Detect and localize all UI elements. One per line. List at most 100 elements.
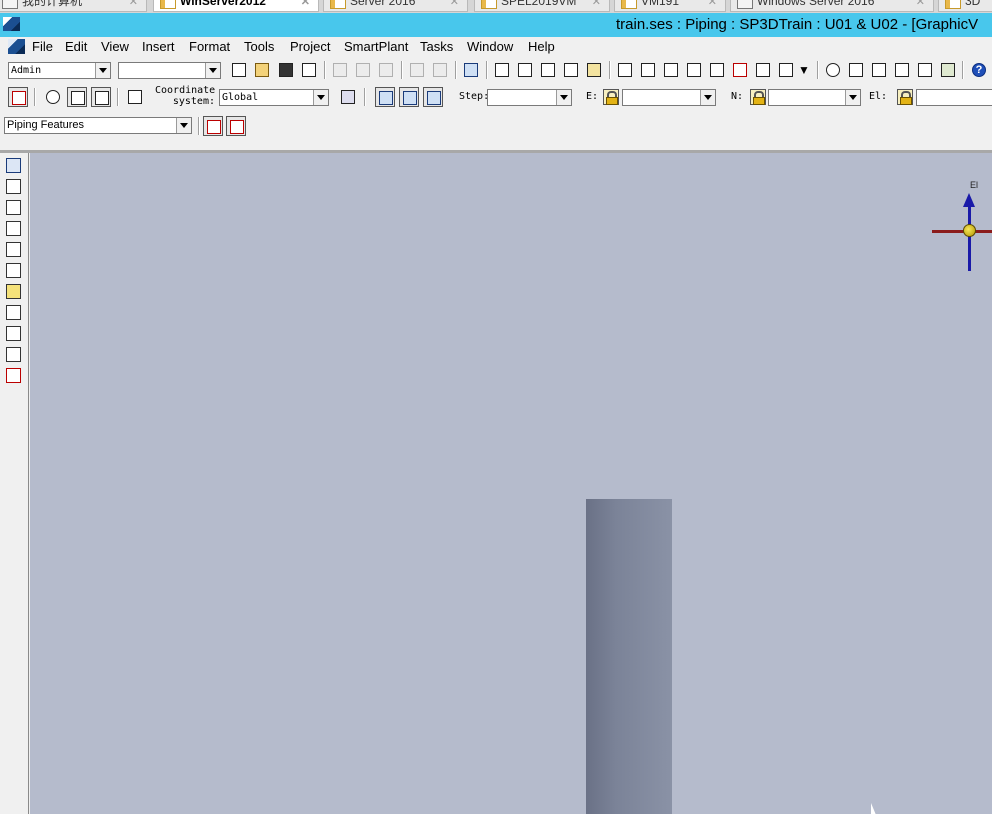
filter-combo[interactable] xyxy=(118,62,221,79)
paste-icon[interactable] xyxy=(353,60,373,80)
view-front-icon[interactable] xyxy=(661,60,681,80)
connect-icon[interactable] xyxy=(4,324,24,343)
insert-split-icon[interactable] xyxy=(4,282,24,301)
chevron-down-icon[interactable]: ▼ xyxy=(795,60,815,80)
chevron-down-icon[interactable] xyxy=(313,90,328,105)
search-icon[interactable] xyxy=(823,60,843,80)
menu-view[interactable]: View xyxy=(101,39,129,54)
close-icon[interactable]: ✕ xyxy=(916,0,925,9)
close-icon[interactable]: ✕ xyxy=(708,0,717,9)
slope-icon[interactable] xyxy=(4,345,24,364)
select-tool-icon[interactable] xyxy=(4,156,24,175)
menu-format[interactable]: Format xyxy=(189,39,230,54)
open-folder-icon[interactable] xyxy=(252,60,272,80)
cylindrical-coordinates-icon[interactable] xyxy=(423,87,443,107)
clip-by-object-icon[interactable] xyxy=(730,60,750,80)
lock-icon[interactable] xyxy=(750,89,766,105)
close-icon[interactable]: ✕ xyxy=(301,0,310,9)
save-icon[interactable] xyxy=(276,60,296,80)
reposition-icon[interactable] xyxy=(125,87,145,107)
insert-specialty-icon[interactable] xyxy=(4,219,24,238)
measure-icon[interactable] xyxy=(515,60,535,80)
chevron-down-icon[interactable] xyxy=(700,90,715,105)
remote-tab-3d[interactable]: 3D xyxy=(938,0,992,12)
menu-tools[interactable]: Tools xyxy=(244,39,274,54)
insert-instrument-icon[interactable] xyxy=(4,240,24,259)
move-icon[interactable] xyxy=(407,60,427,80)
menu-file[interactable]: File xyxy=(32,39,53,54)
menu-help[interactable]: Help xyxy=(528,39,555,54)
close-icon[interactable]: ✕ xyxy=(592,0,601,9)
refresh-icon[interactable] xyxy=(299,60,319,80)
sp3d-app-icon[interactable] xyxy=(3,17,20,31)
lock-icon[interactable] xyxy=(603,89,619,105)
graphic-view[interactable]: El xyxy=(30,153,992,814)
insert-tap-icon[interactable] xyxy=(4,261,24,280)
help-icon[interactable]: ? xyxy=(969,60,989,80)
rectangular-coordinates-icon[interactable] xyxy=(375,87,395,107)
route-pipe-icon[interactable] xyxy=(4,177,24,196)
menu-project[interactable]: Project xyxy=(290,39,330,54)
step-combo[interactable] xyxy=(487,89,572,106)
insert-bend-icon[interactable] xyxy=(4,303,24,322)
permission-group-combo[interactable]: Admin xyxy=(8,62,111,79)
remote-tab-server-2016[interactable]: Server 2016 ✕ xyxy=(323,0,468,12)
window-title-bar[interactable]: train.ses : Piping : SP3DTrain : U01 & U… xyxy=(0,13,992,37)
remote-tab-spel2019vm[interactable]: SPEL2019VM ✕ xyxy=(474,0,610,12)
properties-icon[interactable] xyxy=(938,60,958,80)
render-icon[interactable] xyxy=(776,60,796,80)
clip-icon[interactable] xyxy=(707,60,727,80)
remote-tab-winserver2012[interactable]: WinServer2012 ✕ xyxy=(153,0,319,12)
menu-window[interactable]: Window xyxy=(467,39,513,54)
menu-smartplant[interactable]: SmartPlant xyxy=(344,39,408,54)
remote-tab-windows-server-2016[interactable]: Windows Server 2016 ✕ xyxy=(730,0,934,12)
chevron-down-icon[interactable] xyxy=(176,118,191,133)
north-coordinate-field[interactable] xyxy=(768,89,861,106)
chevron-down-icon[interactable] xyxy=(205,63,220,78)
menu-tasks[interactable]: Tasks xyxy=(420,39,453,54)
remote-tab-vm191[interactable]: VM191 ✕ xyxy=(614,0,726,12)
cancel-icon[interactable] xyxy=(8,87,28,107)
chevron-down-icon[interactable] xyxy=(556,90,571,105)
feature-type-combo[interactable]: Piping Features xyxy=(4,117,192,134)
chevron-down-icon[interactable] xyxy=(95,63,110,78)
pipe-cylinder[interactable] xyxy=(586,499,672,814)
checklist-icon[interactable] xyxy=(561,60,581,80)
coordinate-system-combo[interactable]: Global xyxy=(219,89,329,106)
pan-icon[interactable] xyxy=(846,60,866,80)
view-side-icon[interactable] xyxy=(684,60,704,80)
run-dimensions-icon[interactable] xyxy=(203,116,223,136)
spool-icon[interactable] xyxy=(4,366,24,385)
angle-icon[interactable] xyxy=(538,60,558,80)
zoom-in-icon[interactable] xyxy=(869,60,889,80)
elevation-coordinate-field[interactable] xyxy=(916,89,992,106)
east-coordinate-field[interactable] xyxy=(622,89,716,106)
undo-icon[interactable] xyxy=(461,60,481,80)
view-top-icon[interactable] xyxy=(638,60,658,80)
coordinate-system-tool-icon[interactable] xyxy=(338,87,358,107)
lock-icon[interactable] xyxy=(897,89,913,105)
menu-edit[interactable]: Edit xyxy=(65,39,87,54)
document-icon[interactable] xyxy=(8,39,25,54)
insert-component-icon[interactable] xyxy=(4,198,24,217)
view-iso-icon[interactable] xyxy=(615,60,635,80)
delete-icon[interactable] xyxy=(376,60,396,80)
menu-insert[interactable]: Insert xyxy=(142,39,175,54)
close-icon[interactable]: ✕ xyxy=(450,0,459,9)
new-icon[interactable] xyxy=(229,60,249,80)
fit-icon[interactable] xyxy=(892,60,912,80)
spherical-coordinates-icon[interactable] xyxy=(399,87,419,107)
percent-icon[interactable] xyxy=(91,87,111,107)
run-properties-icon[interactable] xyxy=(226,116,246,136)
chevron-down-icon[interactable] xyxy=(845,90,860,105)
zoom-area-icon[interactable] xyxy=(753,60,773,80)
remote-tab-my-computer[interactable]: 我的计算机 ✕ xyxy=(0,0,147,12)
pinpoint-icon[interactable] xyxy=(67,87,87,107)
select-filter-icon[interactable] xyxy=(492,60,512,80)
smartsketch-icon[interactable] xyxy=(43,87,63,107)
copy-icon[interactable] xyxy=(330,60,350,80)
previous-view-icon[interactable] xyxy=(915,60,935,80)
ruler-icon[interactable] xyxy=(584,60,604,80)
close-icon[interactable]: ✕ xyxy=(129,0,138,9)
rotate-icon[interactable] xyxy=(430,60,450,80)
